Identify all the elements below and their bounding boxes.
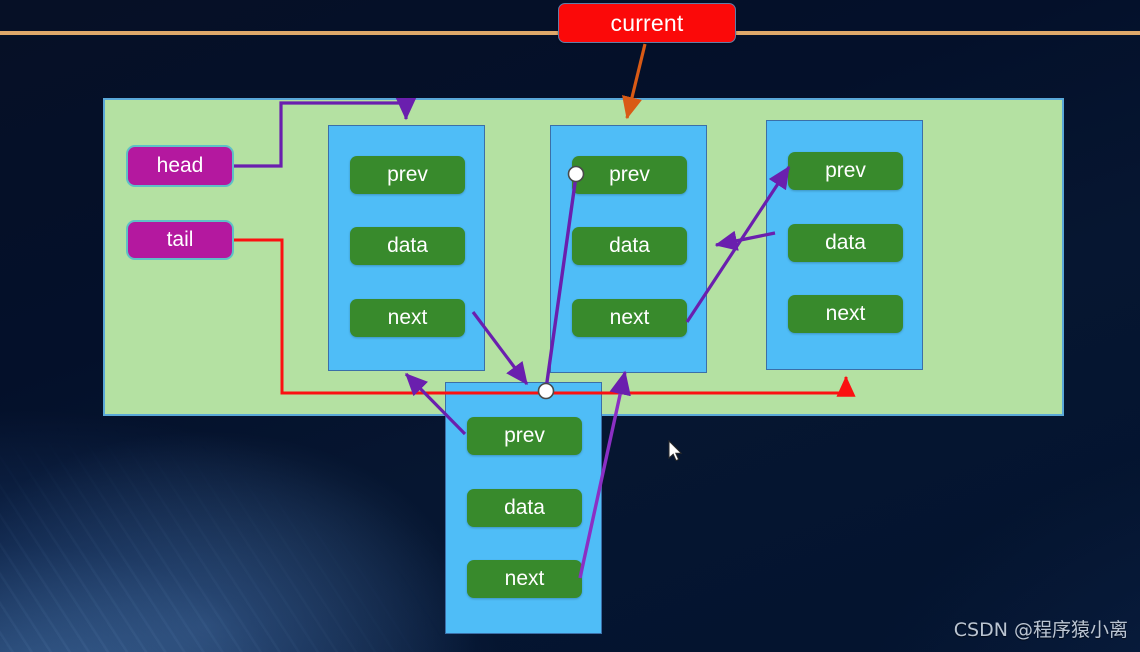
node-2-prev-field: prev	[572, 156, 687, 194]
list-node-4-new: prev data next	[445, 382, 602, 634]
node-1-next-field: next	[350, 299, 465, 337]
node-2-next-label: next	[609, 306, 650, 329]
node-4-data-label: data	[504, 496, 545, 519]
mouse-cursor	[668, 440, 683, 462]
tail-pointer-box: tail	[126, 220, 234, 260]
node-4-next-label: next	[504, 567, 545, 590]
node-3-next-label: next	[825, 302, 866, 325]
node-2-prev-label: prev	[609, 163, 650, 186]
node-3-prev-field: prev	[788, 152, 903, 190]
current-pointer-text: current	[610, 9, 684, 36]
node-1-prev-label: prev	[387, 163, 428, 186]
current-pointer-label: current	[558, 3, 736, 43]
node-2-next-field: next	[572, 299, 687, 337]
node-4-next-field: next	[467, 560, 582, 598]
node-3-prev-label: prev	[825, 159, 866, 182]
node-1-next-label: next	[387, 306, 428, 329]
node-3-next-field: next	[788, 295, 903, 333]
node-3-data-field: data	[788, 224, 903, 262]
list-node-2: prev data next	[550, 125, 707, 373]
node-2-data-field: data	[572, 227, 687, 265]
node-1-prev-field: prev	[350, 156, 465, 194]
node-1-data-field: data	[350, 227, 465, 265]
list-node-1: prev data next	[328, 125, 485, 371]
node-4-data-field: data	[467, 489, 582, 527]
node-2-data-label: data	[609, 234, 650, 257]
watermark-text: CSDN @程序猿小离	[953, 619, 1128, 641]
tail-pointer-label: tail	[166, 228, 194, 251]
node-4-prev-field: prev	[467, 417, 582, 455]
node-4-prev-label: prev	[504, 424, 545, 447]
list-node-3: prev data next	[766, 120, 923, 370]
node-1-data-label: data	[387, 234, 428, 257]
head-pointer-label: head	[156, 154, 204, 177]
node-3-data-label: data	[825, 231, 866, 254]
head-pointer-box: head	[126, 145, 234, 187]
diagram-canvas: current head tail prev data next prev da…	[0, 0, 1140, 652]
